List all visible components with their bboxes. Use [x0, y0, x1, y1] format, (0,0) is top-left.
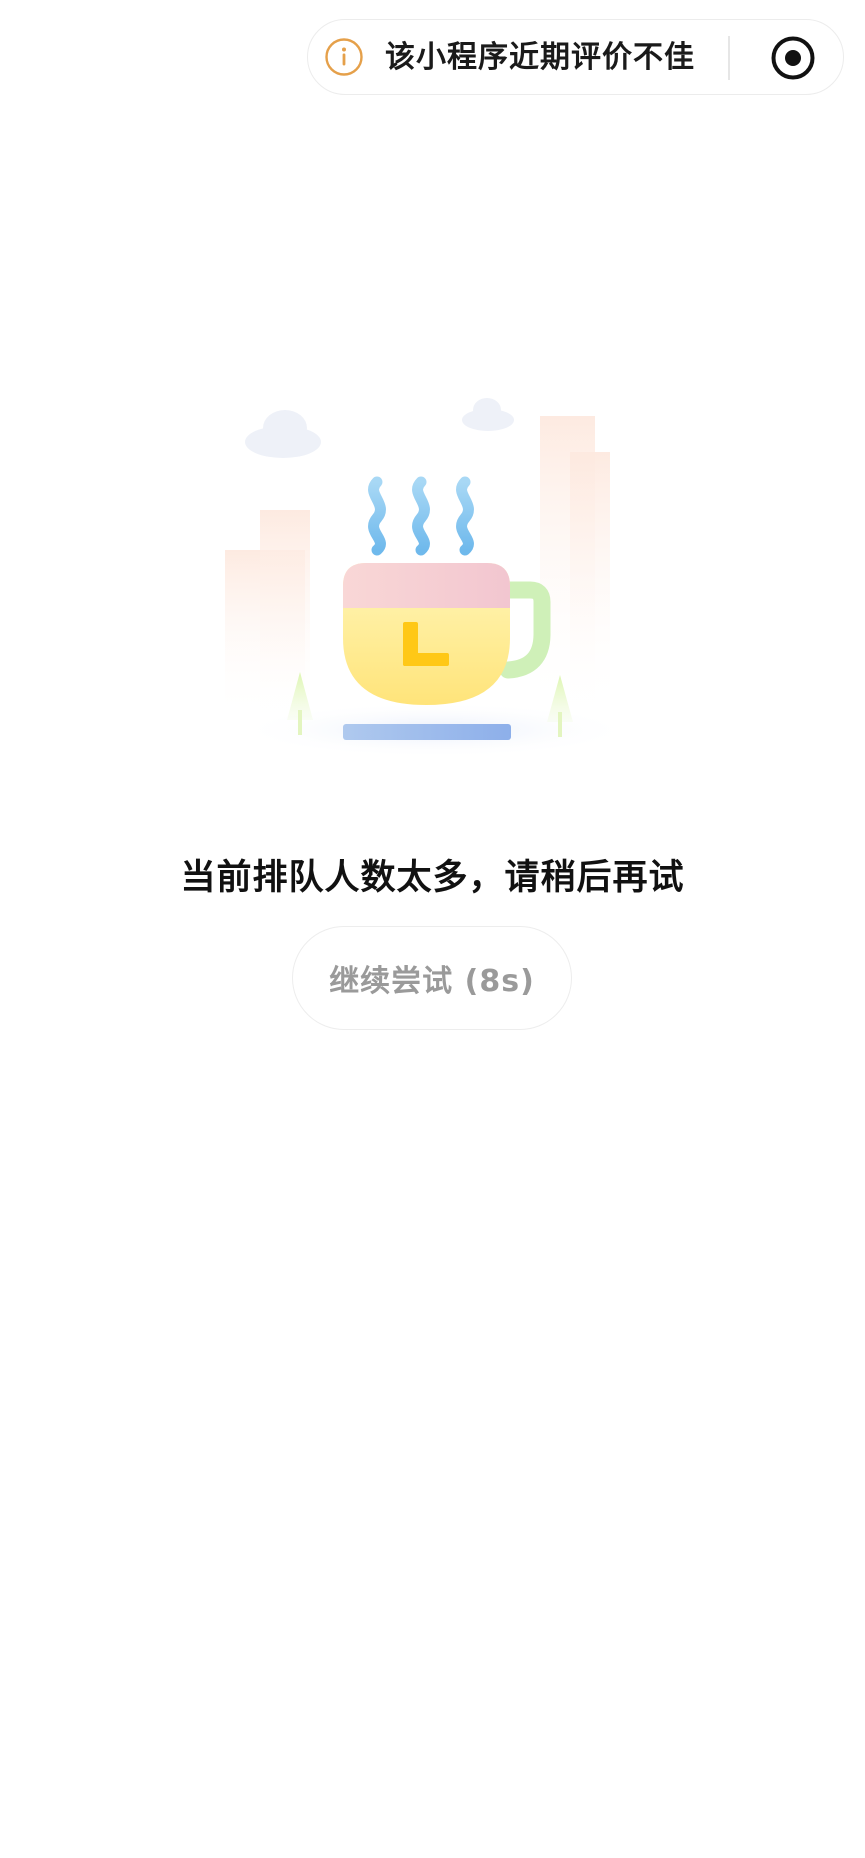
notice-text: 该小程序近期评价不佳 — [385, 40, 695, 75]
coffee-cup-waiting-illustration — [225, 398, 635, 758]
queue-busy-message: 当前排队人数太多，请稍后再试 — [180, 858, 685, 898]
steam — [368, 476, 474, 556]
notice-capsule[interactable]: 该小程序近期评价不佳 — [307, 19, 844, 95]
cup — [343, 563, 510, 705]
retry-button[interactable]: 继续尝试 (8s) — [292, 926, 572, 1030]
queue-busy-page: 该小程序近期评价不佳 当前排队人数太多，请稍后再试 继续尝试 (8s) — [0, 0, 865, 1858]
right-building — [540, 416, 610, 716]
cloud-left — [245, 410, 321, 458]
record-circle-icon[interactable] — [770, 35, 816, 81]
info-circle-icon — [325, 38, 363, 76]
saucer — [343, 724, 511, 740]
cloud-right — [462, 398, 514, 431]
capsule-divider — [728, 36, 730, 80]
